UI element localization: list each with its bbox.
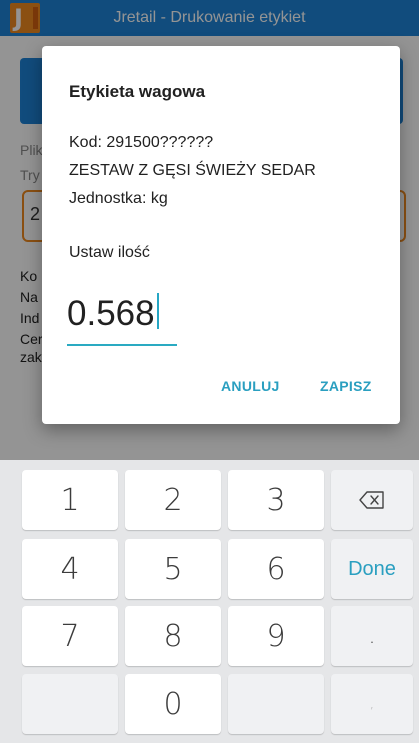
save-button[interactable]: ZAPISZ <box>320 378 372 394</box>
quantity-prompt: Ustaw ilość <box>69 244 150 261</box>
product-code: Kod: 291500?????? <box>69 134 214 151</box>
weight-label-dialog: Etykieta wagowa Kod: 291500?????? ZESTAW… <box>42 46 400 424</box>
cancel-button[interactable]: ANULUJ <box>221 378 280 394</box>
empty-key-right <box>228 674 324 734</box>
product-unit: Jednostka: kg <box>69 190 168 207</box>
text-cursor <box>156 293 159 329</box>
dot-key[interactable]: . <box>331 606 413 666</box>
key-8[interactable]: 8 <box>125 606 221 666</box>
key-0[interactable]: 0 <box>125 674 221 734</box>
empty-key-left <box>22 674 118 734</box>
key-9[interactable]: 9 <box>228 606 324 666</box>
done-key[interactable]: Done <box>331 539 413 599</box>
quantity-value: 0.568 <box>67 294 155 333</box>
dialog-title: Etykieta wagowa <box>69 82 206 101</box>
key-1[interactable]: 1 <box>22 470 118 530</box>
key-3[interactable]: 3 <box>228 470 324 530</box>
quantity-input-underline <box>67 344 177 346</box>
backspace-icon <box>359 491 384 509</box>
key-7[interactable]: 7 <box>22 606 118 666</box>
key-6[interactable]: 6 <box>228 539 324 599</box>
backspace-key[interactable] <box>331 470 413 530</box>
key-5[interactable]: 5 <box>125 539 221 599</box>
comma-key[interactable]: , <box>331 674 413 734</box>
key-2[interactable]: 2 <box>125 470 221 530</box>
product-name: ZESTAW Z GĘSI ŚWIEŻY SEDAR <box>69 162 316 179</box>
key-4[interactable]: 4 <box>22 539 118 599</box>
quantity-input[interactable]: 0.568 <box>67 293 159 334</box>
